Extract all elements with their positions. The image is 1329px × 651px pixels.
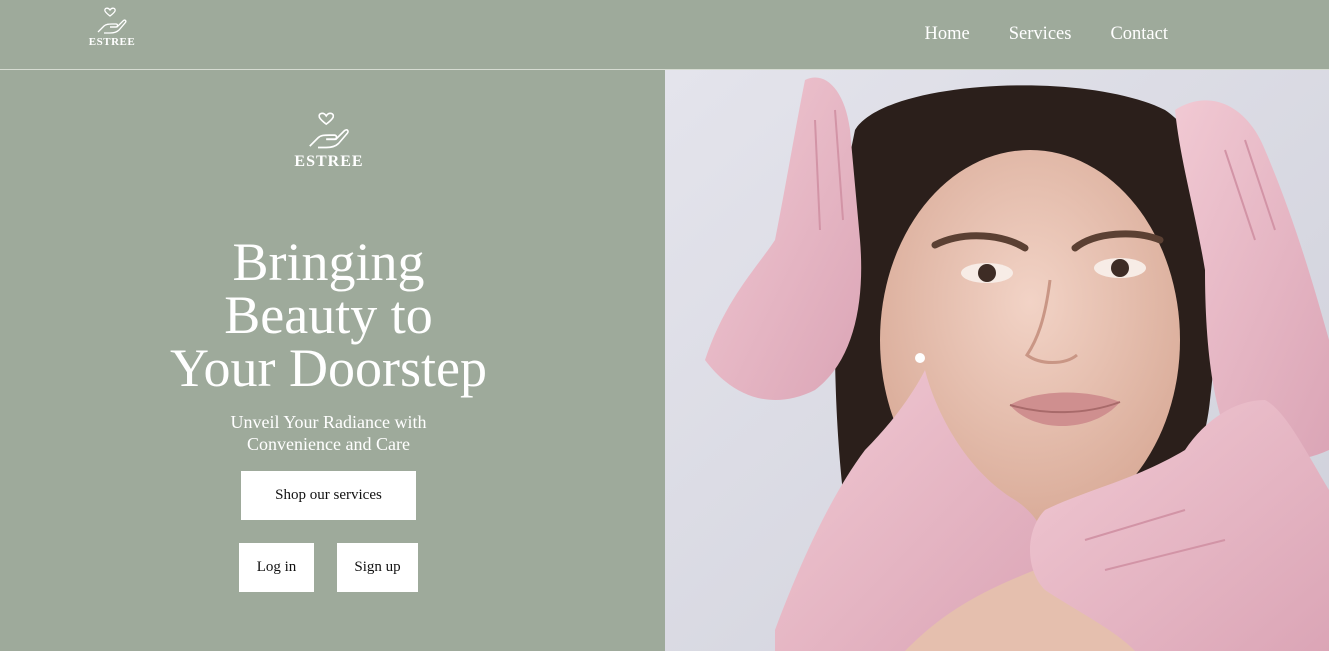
hero-photo xyxy=(665,70,1329,651)
heart-in-hand-icon xyxy=(97,7,127,34)
woman-face-with-pink-gloved-hands-photo xyxy=(665,70,1329,651)
headline-line-2: Beauty to xyxy=(224,285,433,345)
hero-subtitle: Unveil Your Radiance with Convenience an… xyxy=(160,411,497,455)
hero-headline: Bringing Beauty to Your Doorstep xyxy=(60,235,597,398)
hero-left-panel: ESTREE Bringing Beauty to Your Doorstep … xyxy=(0,70,665,651)
header-brand-name: ESTREE xyxy=(88,36,136,48)
main-nav: Home Services Contact xyxy=(925,22,1168,46)
shop-services-button[interactable]: Shop our services xyxy=(241,471,416,520)
headline-line-1: Bringing xyxy=(232,232,425,292)
nav-home-link[interactable]: Home xyxy=(925,22,970,46)
signup-button[interactable]: Sign up xyxy=(337,543,418,592)
headline-line-3: Your Doorstep xyxy=(169,338,488,398)
login-button[interactable]: Log in xyxy=(239,543,314,592)
subtitle-line-2: Convenience and Care xyxy=(247,434,410,454)
heart-in-hand-icon xyxy=(309,112,349,149)
hero-logo: ESTREE xyxy=(280,110,378,170)
subtitle-line-1: Unveil Your Radiance with xyxy=(230,412,427,432)
nav-contact-link[interactable]: Contact xyxy=(1110,22,1168,46)
hero-brand-name: ESTREE xyxy=(294,153,364,170)
header-logo[interactable]: ESTREE xyxy=(84,6,140,54)
nav-services-link[interactable]: Services xyxy=(1009,22,1072,46)
top-navigation-bar: ESTREE Home Services Contact xyxy=(0,0,1329,70)
